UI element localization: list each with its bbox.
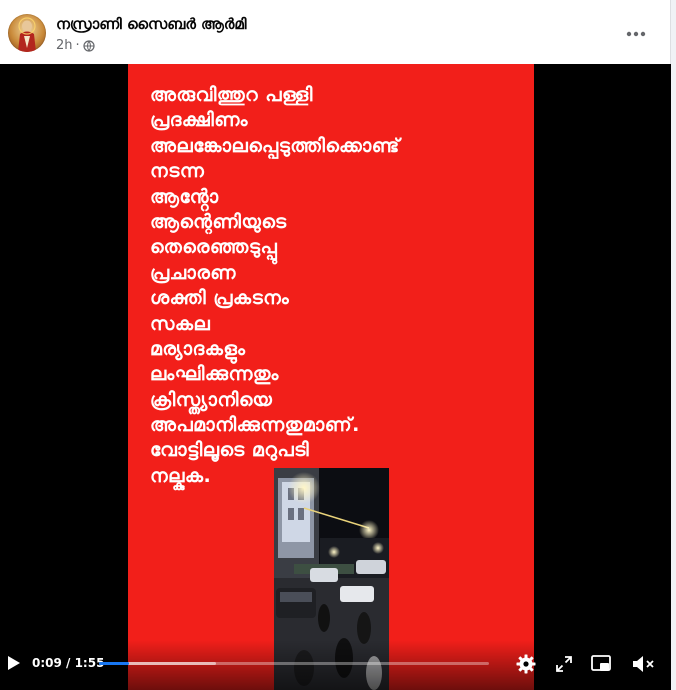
post-meta: 2h · [56,38,95,53]
saint-icon [18,17,36,52]
fullscreen-icon [556,656,572,672]
overlay-line: ആന്റെണിയുടെ [150,210,287,233]
overlay-line: പ്രദക്ഷിണം [150,109,248,132]
page-avatar[interactable] [8,14,46,52]
overlay-line: അലങ്കോലപ്പെടുത്തിക്കൊണ്ട് [150,134,400,157]
overlay-line: ശക്തി പ്രകടനം [150,287,290,310]
more-options-button[interactable] [620,20,652,48]
gear-icon [516,654,536,674]
overlay-line: മര്യാദകളും [150,337,246,360]
picture-in-picture-icon [591,655,611,671]
play-button[interactable] [4,652,24,674]
more-horizontal-icon [626,31,646,37]
post-card: നസ്രാണി സൈബർ ആർമി 2h · അരുവിത്തുറ പള്ളി പ… [0,0,671,690]
overlay-line: സകല [150,312,211,335]
overlay-line: വോട്ടിലൂടെ മറുപടി [150,439,310,462]
post-header: നസ്രാണി സൈബർ ആർമി 2h · [0,0,671,64]
overlay-line: ആൻ്റോ [150,185,219,208]
globe-icon[interactable] [83,39,95,52]
overlay-line: ലംഘിക്കുന്നതും [150,363,279,386]
volume-button[interactable] [630,652,658,676]
meta-separator: · [75,38,80,53]
video-player[interactable]: അരുവിത്തുറ പള്ളി പ്രദക്ഷിണം അലങ്കോലപ്പെടുത… [0,64,671,690]
progress-played [99,662,130,665]
volume-muted-icon [633,656,654,672]
overlay-line: തെരെഞ്ഞടുപ്പു [150,236,278,259]
fullscreen-button[interactable] [552,652,576,676]
overlay-line: നടന്ന [150,160,205,183]
overlay-line: അരുവിത്തുറ പള്ളി [150,84,313,106]
progress-bar[interactable] [99,662,489,665]
post-timestamp[interactable]: 2h [56,38,73,53]
overlay-text: അരുവിത്തുറ പള്ളി പ്രദക്ഷിണം അലങ്കോലപ്പെടുത… [150,83,530,489]
time-display: 0:09 / 1:55 [32,656,105,670]
overlay-line: പ്രചാരണ [150,261,236,284]
overlay-line: ക്രിസ്ത്യാനിയെ [150,388,273,411]
page-name[interactable]: നസ്രാണി സൈബർ ആർമി [56,15,246,33]
overlay-line: അപമാനിക്കുന്നതുമാണ്. [150,414,360,437]
play-icon [8,656,20,670]
settings-button[interactable] [514,652,538,676]
picture-in-picture-button[interactable] [588,652,614,676]
